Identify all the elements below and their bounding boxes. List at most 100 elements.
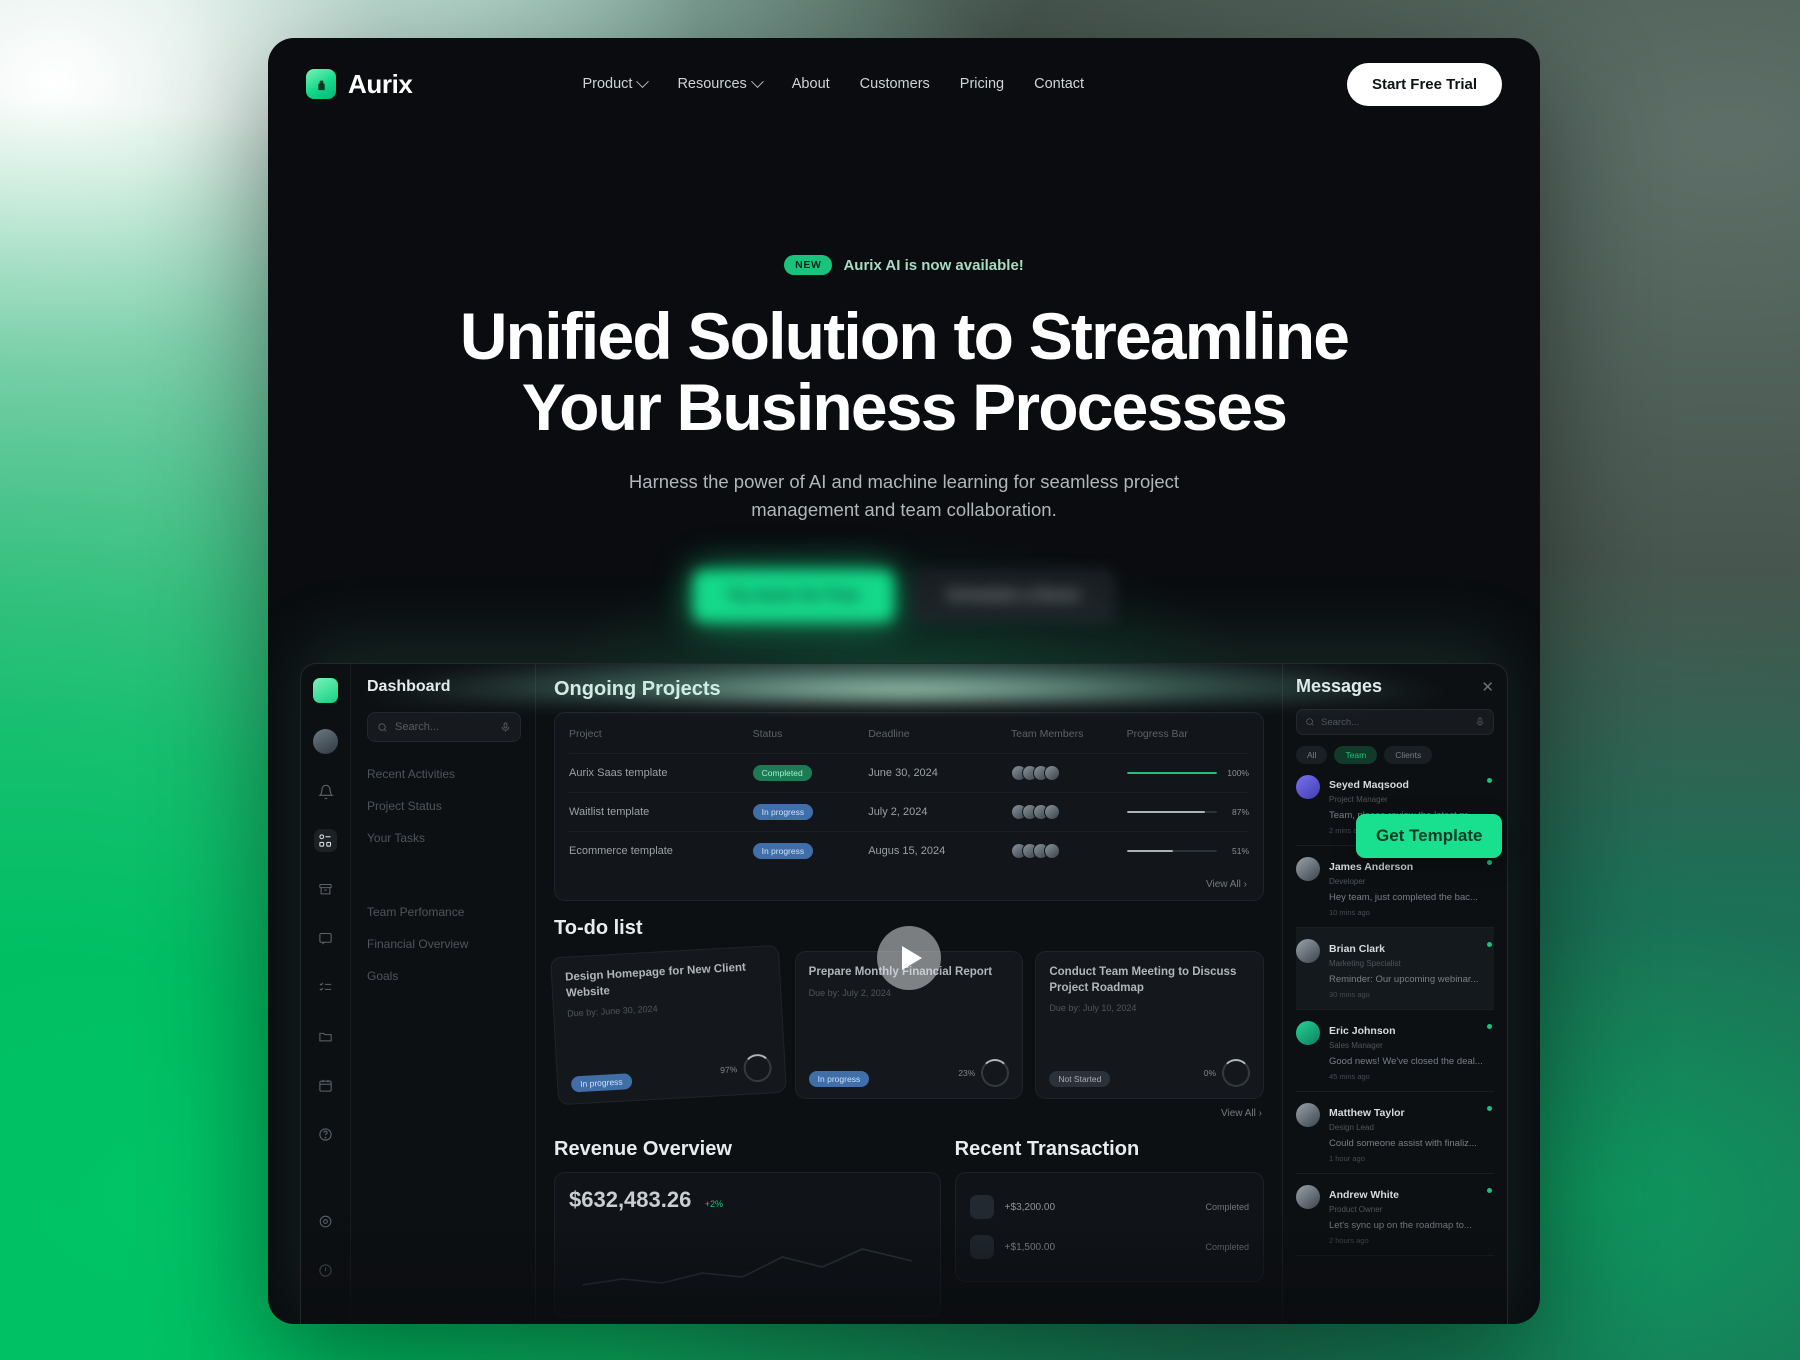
- todo-card[interactable]: Design Homepage for New Client Website Du…: [550, 944, 787, 1106]
- nav-item-product[interactable]: Product: [582, 74, 650, 92]
- hero-section: NEW Aurix AI is now available! Unified S…: [268, 130, 1540, 850]
- message-sender: Andrew White: [1329, 1189, 1399, 1201]
- message-item[interactable]: James Anderson Developer Hey team, just co…: [1296, 846, 1494, 928]
- todo-title: Design Homepage for New Client Website: [564, 961, 747, 1000]
- folder-icon[interactable]: [314, 1025, 337, 1048]
- transaction-icon: [969, 1195, 994, 1219]
- avatar: [1296, 775, 1320, 799]
- calendar-icon[interactable]: [314, 1074, 337, 1097]
- nav-item-contact[interactable]: Contact: [1034, 76, 1084, 92]
- dashboard-sidebar: Dashboard Search... Recent Activities Pr…: [301, 664, 536, 1324]
- checklist-icon[interactable]: [314, 976, 337, 999]
- projects-view-all[interactable]: View All ›: [569, 870, 1249, 892]
- revenue-title: Revenue Overview: [554, 1138, 732, 1160]
- announcement-banner[interactable]: NEW Aurix AI is now available!: [784, 255, 1024, 275]
- sidebar-content: Dashboard Search... Recent Activities Pr…: [351, 664, 535, 1324]
- archive-icon[interactable]: [314, 878, 337, 901]
- tasks-grid-icon[interactable]: [314, 829, 337, 852]
- message-role: Developer: [1329, 877, 1366, 886]
- view-all-label: View All: [1206, 879, 1241, 890]
- transaction-row[interactable]: +$3,200.00 Completed: [969, 1187, 1249, 1227]
- todo-card[interactable]: Conduct Team Meeting to Discuss Project …: [1035, 951, 1265, 1099]
- message-preview: Let's sync up on the roadmap to...: [1329, 1220, 1472, 1231]
- transaction-row[interactable]: +$1,500.00 Completed: [969, 1227, 1249, 1267]
- microphone-icon: [1476, 717, 1484, 726]
- help-icon[interactable]: [314, 1123, 337, 1146]
- cell-team-members: [1010, 792, 1127, 832]
- nav-item-customers[interactable]: Customers: [860, 76, 930, 92]
- revenue-panel: $632,483.26 +2%: [554, 1172, 941, 1317]
- try-free-button[interactable]: Try Aurix for Free: [692, 569, 894, 622]
- cell-progress: 51%: [1126, 831, 1249, 870]
- user-avatar[interactable]: [313, 729, 338, 754]
- avatar-group: [1010, 804, 1127, 820]
- close-icon[interactable]: ✕: [1481, 678, 1494, 696]
- sidebar-item-recent-activities[interactable]: Recent Activities: [367, 758, 521, 790]
- bell-icon[interactable]: [314, 780, 337, 803]
- progress-bar: [1126, 849, 1217, 853]
- message-time: 45 mins ago: [1329, 1072, 1370, 1081]
- start-free-trial-button[interactable]: Start Free Trial: [1346, 62, 1502, 106]
- status-badge: In progress: [752, 843, 814, 859]
- cell-deadline: June 30, 2024: [868, 753, 1011, 793]
- sidebar-item-your-tasks[interactable]: Your Tasks: [367, 822, 521, 854]
- table-row[interactable]: Ecommerce template In progress Augus 15, 2…: [569, 831, 1249, 870]
- ongoing-projects-title: Ongoing Projects: [554, 678, 721, 700]
- status-badge: In progress: [752, 804, 814, 820]
- nav-item-resources[interactable]: Resources: [677, 74, 764, 92]
- aurix-logo-icon: [306, 69, 336, 99]
- message-time: 1 hour ago: [1329, 1154, 1365, 1163]
- microphone-icon: [501, 721, 510, 732]
- message-sender: Eric Johnson: [1329, 1025, 1396, 1037]
- avatar: [1296, 1103, 1320, 1127]
- todo-status-badge: In progress: [808, 1071, 870, 1087]
- schedule-demo-button[interactable]: Schedule a Demo: [911, 569, 1116, 622]
- filter-chip-team[interactable]: Team: [1334, 746, 1378, 764]
- headline-line-2: Your Business Processes: [521, 369, 1288, 444]
- cell-project: Ecommerce template: [569, 831, 753, 870]
- messages-search-placeholder: Search...: [1321, 716, 1360, 728]
- nav-item-label: Product: [582, 76, 633, 92]
- message-item[interactable]: Andrew White Product Owner Let's sync up o…: [1296, 1174, 1494, 1256]
- projects-table-body: Aurix Saas template Completed June 30, 202…: [569, 753, 1249, 870]
- nav-item-pricing[interactable]: Pricing: [960, 76, 1004, 92]
- sidebar-search[interactable]: Search...: [367, 712, 521, 742]
- nav-links: Product Resources About Customers Pricin…: [582, 74, 1084, 92]
- sidebar-item-financial-overview[interactable]: Financial Overview: [367, 928, 521, 960]
- settings-icon[interactable]: [314, 1210, 337, 1233]
- progress-pct: 100%: [1227, 768, 1249, 778]
- nav-item-about[interactable]: About: [792, 76, 830, 92]
- message-role: Design Lead: [1329, 1123, 1374, 1132]
- table-row[interactable]: Waitlist template In progress July 2, 2024…: [569, 792, 1249, 832]
- filter-chip-clients[interactable]: Clients: [1384, 746, 1433, 764]
- progress-ring: [1222, 1059, 1251, 1087]
- message-item[interactable]: Brian Clark Marketing Specialist Reminder:…: [1296, 928, 1494, 1010]
- sidebar-item-goals[interactable]: Goals: [367, 960, 521, 992]
- progress-pct: 87%: [1231, 807, 1249, 817]
- play-video-button[interactable]: [877, 926, 941, 990]
- table-row[interactable]: Aurix Saas template Completed June 30, 202…: [569, 753, 1249, 793]
- progress-bar: [1126, 810, 1217, 814]
- sidebar-item-project-status[interactable]: Project Status: [367, 790, 521, 822]
- message-icon[interactable]: [314, 927, 337, 950]
- sidebar-item-team-performance[interactable]: Team Perfomance: [367, 896, 521, 928]
- transaction-status: Completed: [1205, 1202, 1249, 1212]
- col-team-members: Team Members: [1010, 728, 1084, 740]
- brand-name: Aurix: [348, 68, 413, 99]
- get-template-button[interactable]: Get Template: [1356, 814, 1503, 858]
- filter-chip-all[interactable]: All: [1296, 746, 1328, 764]
- message-sender: Matthew Taylor: [1329, 1107, 1405, 1119]
- message-time: 2 hours ago: [1329, 1236, 1369, 1245]
- brand-logo[interactable]: Aurix: [306, 68, 413, 100]
- todo-status-badge: Not Started: [1049, 1071, 1111, 1087]
- todo-view-all[interactable]: View All ›: [554, 1099, 1264, 1121]
- headline-line-1: Unified Solution to Streamline: [459, 299, 1350, 373]
- messages-search[interactable]: Search...: [1296, 709, 1494, 735]
- online-status-dot: [1487, 1106, 1492, 1111]
- announcement-text: Aurix AI is now available!: [843, 256, 1024, 274]
- message-item[interactable]: Matthew Taylor Design Lead Could someone a…: [1296, 1092, 1494, 1174]
- message-item[interactable]: Eric Johnson Sales Manager Good news! We'v…: [1296, 1010, 1494, 1092]
- message-preview: Could someone assist with finaliz...: [1329, 1138, 1477, 1149]
- avatar: [1296, 1021, 1320, 1045]
- logout-icon[interactable]: [314, 1259, 337, 1282]
